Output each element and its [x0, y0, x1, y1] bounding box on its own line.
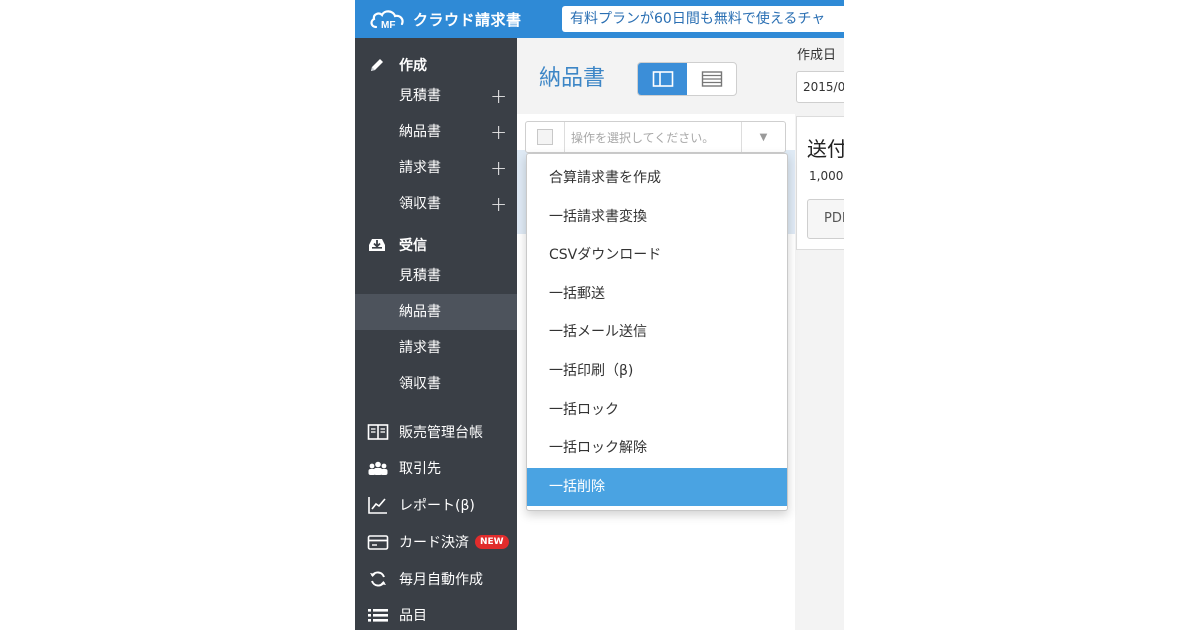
- top-bar: MF クラウド請求書 有料プランが60日間も無料で使えるチャ: [355, 0, 844, 38]
- sidebar-item-sales-ledger[interactable]: 販売管理台帳: [367, 418, 483, 446]
- sidebar-item-received-estimate[interactable]: 見積書: [355, 258, 517, 294]
- sidebar-item-received-delivery[interactable]: 納品書: [355, 294, 517, 330]
- select-all-checkbox[interactable]: [537, 129, 553, 145]
- dropdown-item-bulk-print[interactable]: 一括印刷（β): [527, 352, 787, 391]
- chart-icon: [367, 494, 389, 516]
- main-content: 納品書 操作を選択してください。 ▼ 作成日 2015/0 送付 1,000 P…: [517, 38, 844, 630]
- bulk-action-select[interactable]: 操作を選択してください。 ▼: [525, 121, 786, 153]
- people-icon: [367, 457, 389, 479]
- sidebar-section-receive: 受信: [367, 234, 427, 256]
- detail-title: 送付: [807, 137, 844, 161]
- created-date-input[interactable]: 2015/0: [796, 71, 844, 103]
- sidebar-section-label: 受信: [399, 238, 427, 254]
- page-title: 納品書: [539, 66, 606, 91]
- add-estimate-button[interactable]: +: [490, 78, 507, 114]
- add-delivery-button[interactable]: +: [490, 114, 507, 150]
- sidebar-item-label: レポート(β): [399, 498, 475, 514]
- sidebar-item-label: 納品書: [399, 124, 441, 140]
- add-invoice-button[interactable]: +: [490, 150, 507, 186]
- sidebar-item-report[interactable]: レポート(β): [367, 491, 475, 519]
- dropdown-item-bulk-convert[interactable]: 一括請求書変換: [527, 198, 787, 237]
- sidebar-section-create: 作成: [367, 54, 427, 76]
- sidebar-item-card-payment[interactable]: カード決済 NEW: [367, 528, 509, 556]
- sync-icon: [367, 568, 389, 590]
- created-date-label: 作成日: [797, 48, 837, 63]
- add-receipt-button[interactable]: +: [490, 186, 507, 222]
- sidebar-item-label: 見積書: [399, 268, 441, 284]
- list-icon: [367, 604, 389, 626]
- list-view-button[interactable]: [687, 63, 736, 95]
- new-badge: NEW: [475, 535, 509, 549]
- sidebar-item-label: 毎月自動作成: [399, 572, 483, 588]
- sidebar-item-label: 見積書: [399, 88, 441, 104]
- dropdown-item-csv-download[interactable]: CSVダウンロード: [527, 236, 787, 275]
- sidebar-item-create-estimate[interactable]: 見積書 +: [355, 78, 517, 114]
- sidebar: 作成 見積書 + 納品書 + 請求書 + 領収書 + 受信 見積書 納品書 請求…: [355, 38, 517, 630]
- sidebar-item-label: 取引先: [399, 461, 441, 477]
- logo[interactable]: MF クラウド請求書: [369, 5, 522, 33]
- sidebar-item-monthly-auto[interactable]: 毎月自動作成: [367, 565, 483, 593]
- inbox-download-icon: [367, 235, 387, 255]
- sidebar-item-label: 請求書: [399, 340, 441, 356]
- pdf-button[interactable]: PDF: [807, 199, 844, 239]
- split-view-button[interactable]: [638, 63, 687, 95]
- logo-mark: MF: [381, 20, 395, 31]
- bulk-action-placeholder: 操作を選択してください。: [571, 130, 715, 145]
- sidebar-item-received-receipt[interactable]: 領収書: [355, 366, 517, 402]
- sidebar-section-label: 作成: [399, 58, 427, 74]
- caret-down-icon[interactable]: ▼: [741, 122, 785, 152]
- sidebar-item-label: 納品書: [399, 304, 441, 320]
- dropdown-item-bulk-delete[interactable]: 一括削除: [527, 467, 787, 507]
- app-window: MF クラウド請求書 有料プランが60日間も無料で使えるチャ 作成 見積書 + …: [355, 0, 844, 630]
- sidebar-item-label: 領収書: [399, 376, 441, 392]
- cloud-logo-icon: MF: [370, 10, 404, 31]
- dropdown-item-bulk-email[interactable]: 一括メール送信: [527, 313, 787, 352]
- detail-amount: 1,000: [809, 169, 844, 183]
- sidebar-item-label: カード決済: [399, 535, 469, 551]
- sidebar-item-received-invoice[interactable]: 請求書: [355, 330, 517, 366]
- sidebar-item-clients[interactable]: 取引先: [367, 454, 441, 482]
- split-view-icon: [652, 71, 673, 87]
- sidebar-item-products[interactable]: 品目: [367, 601, 427, 629]
- dropdown-item-bulk-mail[interactable]: 一括郵送: [527, 275, 787, 314]
- list-view-icon: [701, 71, 722, 87]
- sidebar-item-label: 領収書: [399, 196, 441, 212]
- sidebar-item-create-delivery[interactable]: 納品書 +: [355, 114, 517, 150]
- dropdown-item-bulk-lock[interactable]: 一括ロック: [527, 391, 787, 430]
- book-icon: [367, 421, 389, 443]
- dropdown-item-merge-invoice[interactable]: 合算請求書を作成: [527, 159, 787, 198]
- sidebar-item-create-invoice[interactable]: 請求書 +: [355, 150, 517, 186]
- bulk-action-dropdown: 合算請求書を作成 一括請求書変換 CSVダウンロード 一括郵送 一括メール送信 …: [526, 153, 788, 511]
- view-toggle: [637, 62, 737, 96]
- sidebar-item-label: 請求書: [399, 160, 441, 176]
- logo-text: クラウド請求書: [413, 10, 522, 29]
- sidebar-item-label: 品目: [399, 608, 427, 624]
- dropdown-item-bulk-unlock[interactable]: 一括ロック解除: [527, 429, 787, 468]
- pencil-icon: [367, 55, 387, 75]
- sidebar-item-create-receipt[interactable]: 領収書 +: [355, 186, 517, 222]
- promo-banner[interactable]: 有料プランが60日間も無料で使えるチャ: [562, 6, 844, 32]
- document-detail-card: 送付 1,000 PDF: [796, 116, 844, 250]
- sidebar-item-label: 販売管理台帳: [399, 425, 483, 441]
- credit-card-icon: [367, 531, 389, 553]
